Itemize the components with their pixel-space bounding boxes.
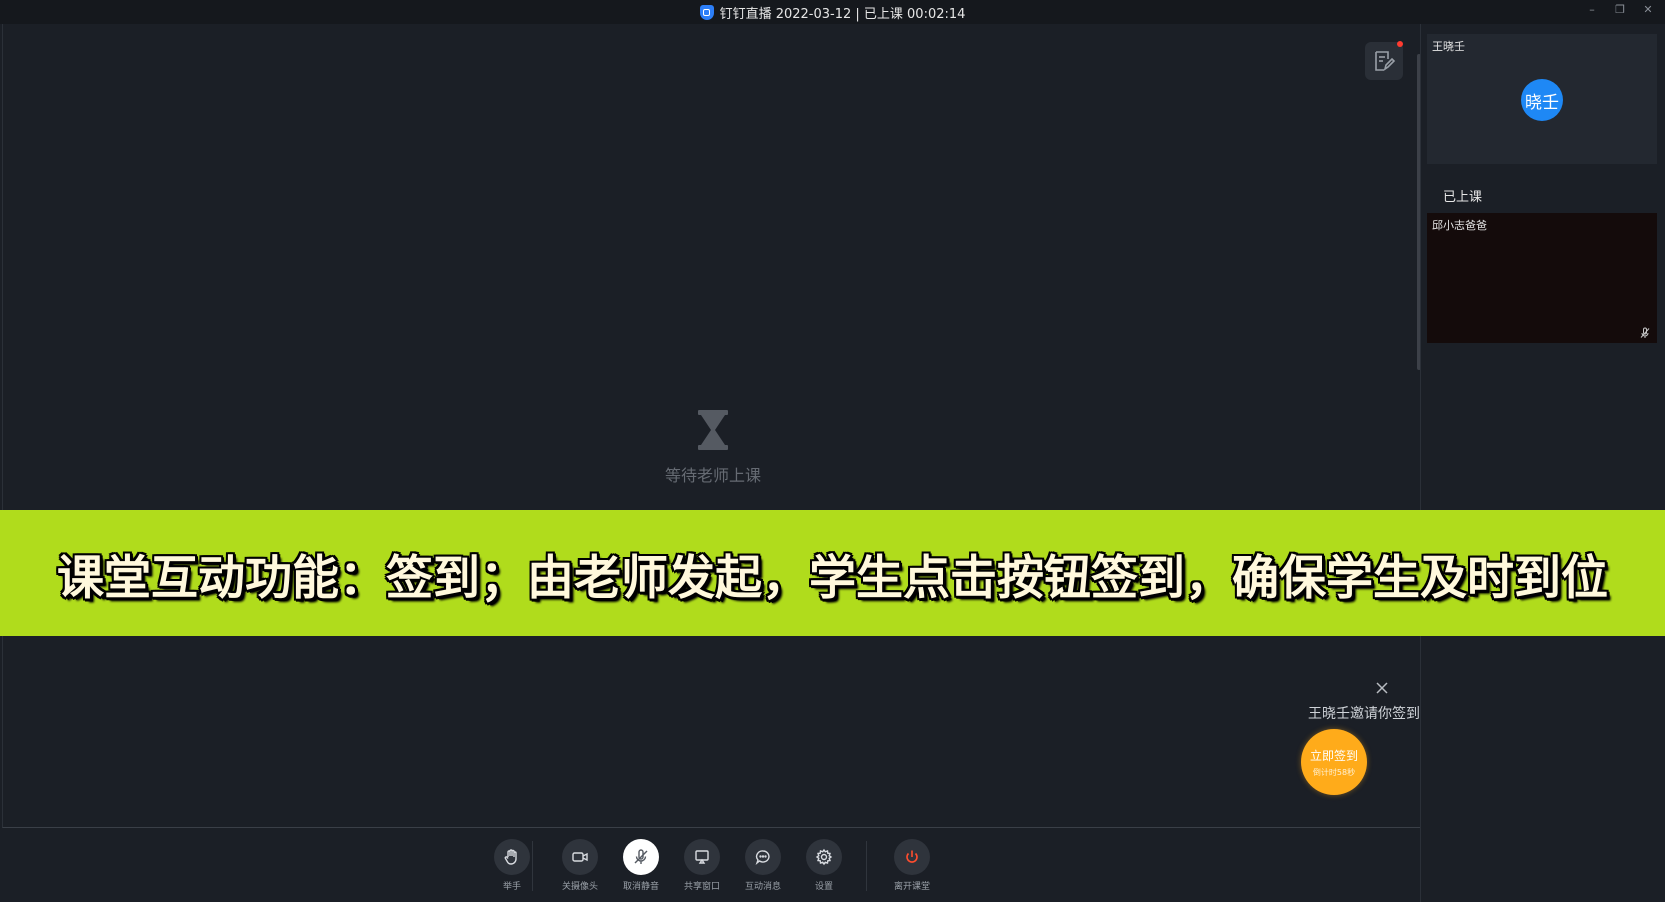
camera-circle	[562, 839, 598, 875]
signin-button[interactable]: 立即签到 倒计时58秒	[1301, 729, 1367, 795]
hourglass-icon	[698, 410, 728, 450]
settings-circle	[806, 839, 842, 875]
title-wrap: 钉钉直播 2022-03-12 | 已上课 00:02:14	[699, 3, 966, 22]
waiting-indicator: 等待老师上课	[633, 410, 793, 486]
participants-panel: 王晓壬 晓壬 已上课 邱小志爸爸	[1420, 24, 1665, 902]
section-label: 已上课	[1443, 190, 1483, 205]
screen-share-icon	[695, 850, 709, 864]
messages-label: 互动消息	[744, 882, 781, 892]
share-circle	[684, 839, 720, 875]
share-window-label: 共享窗口	[683, 882, 720, 892]
chat-icon	[755, 850, 770, 866]
edit-note-icon	[1375, 51, 1396, 71]
camera-icon	[572, 852, 588, 862]
shield-icon	[699, 4, 714, 20]
restore-button[interactable]: ❐	[1613, 3, 1627, 16]
close-window-button[interactable]: ✕	[1641, 3, 1655, 16]
messages-button[interactable]: 互动消息	[733, 839, 793, 892]
close-icon[interactable]	[1374, 680, 1390, 696]
mic-muted-icon	[1640, 327, 1650, 338]
raise-hand-label: 举手	[502, 882, 521, 892]
camera-off-button[interactable]: 关摄像头	[550, 839, 610, 892]
power-icon	[906, 850, 918, 863]
leave-class-label: 离开课堂	[893, 882, 930, 892]
student-name: 邱小志爸爸	[1432, 219, 1487, 232]
raise-hand-circle	[494, 839, 530, 875]
title-bar: 钉钉直播 2022-03-12 | 已上课 00:02:14 – ❐ ✕	[0, 0, 1665, 24]
note-button[interactable]	[1365, 42, 1403, 80]
video-stage: 等待老师上课	[2, 24, 1421, 828]
notification-dot	[1397, 41, 1403, 47]
hand-icon	[504, 849, 517, 865]
caption-text: 课堂互动功能：签到；由老师发起，学生点击按钮签到，确保学生及时到位	[57, 550, 1608, 606]
gear-icon	[815, 848, 833, 866]
unmute-label: 取消静音	[622, 882, 659, 892]
signin-invite-text: 王晓壬邀请你签到	[1308, 706, 1420, 722]
settings-button[interactable]: 设置	[794, 839, 854, 892]
leave-circle	[894, 839, 930, 875]
unmute-circle	[623, 839, 659, 875]
leave-class-button[interactable]: 离开课堂	[882, 839, 942, 892]
caption-banner: 课堂互动功能：签到；由老师发起，学生点击按钮签到，确保学生及时到位	[0, 510, 1665, 636]
camera-off-label: 关摄像头	[561, 882, 598, 892]
mic-muted-icon	[634, 849, 648, 864]
bottom-toolbar: 举手 关摄像头 取消静音 共享窗口 互动消息 设置 离开课堂	[2, 829, 1420, 902]
raise-hand-button[interactable]: 举手	[482, 839, 542, 892]
signin-countdown: 倒计时58秒	[1312, 767, 1356, 777]
avatar: 晓壬	[1521, 79, 1563, 121]
minimize-button[interactable]: –	[1585, 3, 1599, 16]
teacher-video-tile[interactable]: 王晓壬 晓壬	[1427, 34, 1657, 164]
window-controls: – ❐ ✕	[1585, 3, 1655, 16]
share-window-button[interactable]: 共享窗口	[672, 839, 732, 892]
student-video-tile[interactable]: 邱小志爸爸	[1427, 213, 1657, 343]
window-title: 钉钉直播 2022-03-12 | 已上课 00:02:14	[719, 6, 966, 22]
app-window: 钉钉直播 2022-03-12 | 已上课 00:02:14 – ❐ ✕ 等待老…	[0, 0, 1665, 902]
signin-button-label: 立即签到	[1309, 748, 1358, 763]
messages-circle	[745, 839, 781, 875]
teacher-name: 王晓壬	[1432, 40, 1465, 53]
toolbar-divider	[866, 841, 867, 891]
toolbar-divider	[532, 841, 533, 891]
settings-label: 设置	[814, 882, 833, 892]
waiting-text: 等待老师上课	[664, 466, 761, 485]
unmute-button[interactable]: 取消静音	[611, 839, 671, 892]
